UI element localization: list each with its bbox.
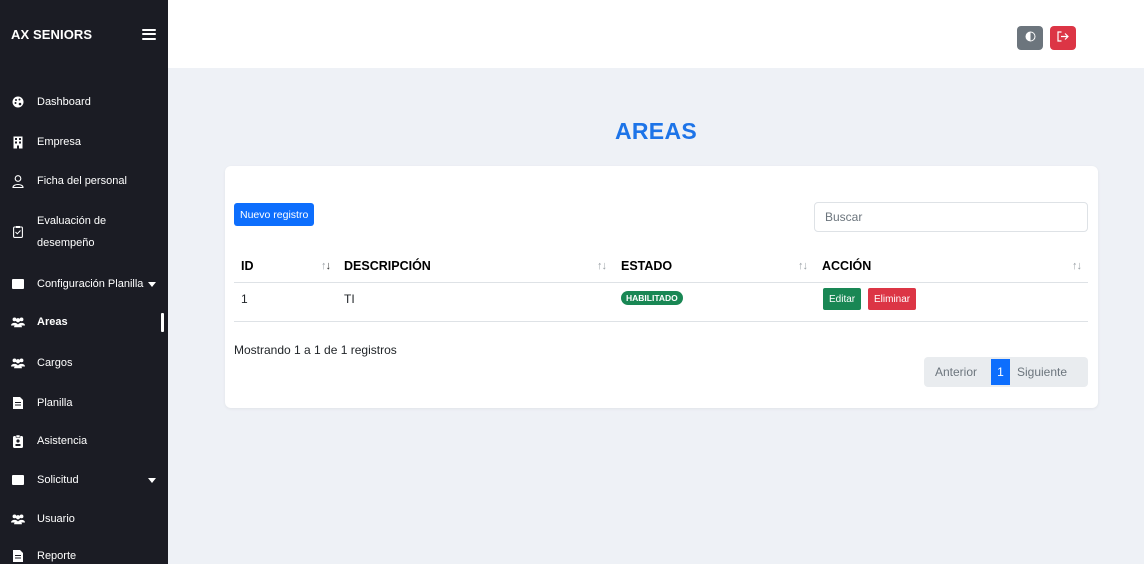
pagination-page-current[interactable]: 1	[991, 359, 1010, 385]
column-header-descripcion[interactable]: DESCRIPCIÓN	[344, 259, 431, 273]
file-icon	[11, 396, 25, 410]
topbar	[168, 0, 1144, 68]
palette-icon	[11, 95, 25, 109]
sidebar-item-label: Solicitud	[37, 474, 79, 486]
cell-id: 1	[241, 292, 248, 306]
folder-icon	[11, 277, 25, 291]
sidebar-item-label: Ficha del personal	[37, 175, 127, 187]
theme-toggle-button[interactable]	[1017, 26, 1043, 50]
sort-icon[interactable]: ↑↓	[798, 260, 808, 272]
users-icon	[11, 512, 25, 526]
sidebar-item-label: Usuario	[37, 513, 75, 525]
sidebar-item-label-line2: desempeño	[37, 237, 95, 249]
sort-icon[interactable]: ↑↓	[321, 260, 331, 272]
sidebar-item-dashboard[interactable]: Dashboard	[0, 94, 168, 110]
sidebar-item-empresa[interactable]: Empresa	[0, 134, 168, 150]
sidebar-item-label: Planilla	[37, 397, 73, 409]
users-icon	[11, 315, 25, 329]
hamburger-menu-icon[interactable]	[142, 28, 156, 40]
column-header-estado[interactable]: ESTADO	[621, 259, 672, 273]
sidebar-item-label: Cargos	[37, 357, 73, 369]
sidebar-item-label-line1: Evaluación de	[37, 215, 107, 227]
sidebar-item-label: Dashboard	[37, 96, 91, 108]
brand-title: AX SENIORS	[11, 26, 93, 42]
table-divider	[234, 321, 1088, 322]
table-info: Mostrando 1 a 1 de 1 registros	[234, 343, 397, 357]
users-icon	[11, 356, 25, 370]
active-indicator	[161, 313, 164, 332]
sidebar-header: AX SENIORS	[0, 0, 168, 68]
sidebar-item-configuracion-planilla[interactable]: Configuración Planilla	[0, 276, 168, 292]
areas-card: Nuevo registro ID ↑↓ DESCRIPCIÓN ↑↓ ESTA…	[225, 166, 1098, 408]
sidebar-item-planilla[interactable]: Planilla	[0, 395, 168, 411]
sidebar-item-solicitud[interactable]: Solicitud	[0, 472, 168, 488]
folder-icon	[11, 473, 25, 487]
sidebar-item-usuario[interactable]: Usuario	[0, 511, 168, 527]
sidebar-item-evaluacion-desempeno[interactable]: Evaluación de desempeño	[0, 210, 168, 254]
sidebar: AX SENIORS Dashboard Empresa Ficha del p…	[0, 0, 168, 564]
logout-icon	[1057, 29, 1069, 47]
column-header-id[interactable]: ID	[241, 259, 254, 273]
page-title: AREAS	[614, 118, 697, 144]
user-icon	[11, 174, 25, 188]
edit-button[interactable]: Editar	[823, 288, 862, 310]
column-header-accion[interactable]: ACCIÓN	[822, 259, 871, 273]
sidebar-item-label: Asistencia	[37, 435, 88, 447]
sidebar-item-label: Reporte	[37, 550, 77, 562]
id-badge-icon	[11, 434, 25, 448]
sort-icon[interactable]: ↑↓	[1072, 260, 1082, 272]
sidebar-item-asistencia[interactable]: Asistencia	[0, 433, 168, 449]
sidebar-item-label: Evaluación de desempeño	[37, 210, 106, 254]
chevron-down-icon	[148, 278, 156, 290]
clipboard-icon	[11, 225, 25, 239]
status-badge: HABILITADO	[621, 291, 683, 305]
sidebar-item-reporte[interactable]: Reporte	[0, 548, 168, 564]
contrast-icon	[1025, 29, 1036, 47]
new-record-button[interactable]: Nuevo registro	[234, 203, 315, 226]
pagination-next[interactable]: Siguiente	[1017, 357, 1067, 387]
sidebar-item-label: Empresa	[37, 136, 82, 148]
file-icon	[11, 549, 25, 563]
chevron-down-icon	[148, 474, 156, 486]
search-input[interactable]	[814, 202, 1088, 232]
sidebar-item-label: Areas	[37, 316, 68, 328]
logout-button[interactable]	[1050, 26, 1076, 50]
sidebar-item-areas[interactable]: Areas	[0, 314, 168, 330]
pagination: Anterior 1 Siguiente	[924, 357, 1088, 387]
sidebar-item-ficha-personal[interactable]: Ficha del personal	[0, 173, 168, 189]
cell-descripcion: TI	[344, 292, 355, 306]
delete-button[interactable]: Eliminar	[868, 288, 917, 310]
sidebar-item-cargos[interactable]: Cargos	[0, 355, 168, 371]
sort-icon[interactable]: ↑↓	[597, 260, 607, 272]
sidebar-item-label: Configuración Planilla	[37, 278, 144, 290]
table-divider	[234, 282, 1088, 283]
pagination-previous[interactable]: Anterior	[935, 357, 977, 387]
building-icon	[11, 135, 25, 149]
